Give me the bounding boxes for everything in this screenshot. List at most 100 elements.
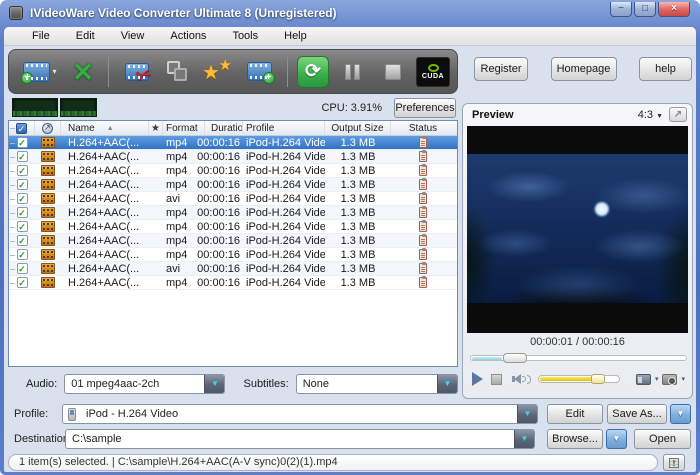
row-select-cell[interactable] [9, 151, 35, 162]
crop-button[interactable] [162, 53, 194, 91]
maximize-button[interactable]: □ [634, 2, 656, 17]
menu-view[interactable]: View [121, 30, 145, 42]
header-output-size[interactable]: Output Size [325, 121, 391, 135]
film-icon: ✂ [125, 63, 149, 81]
homepage-button[interactable]: Homepage [551, 57, 617, 81]
preferences-button[interactable]: Preferences [394, 98, 456, 118]
checkbox-checked-icon[interactable] [17, 179, 28, 190]
help-button[interactable]: help [639, 57, 692, 81]
browse-dropdown-button[interactable]: ▼ [606, 429, 627, 449]
table-row[interactable]: H.264+AAC(... mp4 00:00:16 iPod-H.264 Vi… [9, 234, 457, 248]
stop-button[interactable] [375, 53, 411, 91]
row-select-cell[interactable] [9, 235, 35, 246]
volume-icon[interactable] [512, 374, 531, 384]
row-select-cell[interactable] [9, 277, 35, 288]
checkbox-checked-icon[interactable] [17, 137, 28, 148]
table-row[interactable]: H.264+AAC(... avi 00:00:16 iPod-H.264 Vi… [9, 192, 457, 206]
checkbox-checked-icon[interactable] [17, 165, 28, 176]
table-row[interactable]: H.264+AAC(... avi 00:00:16 iPod-H.264 Vi… [9, 262, 457, 276]
seek-bar[interactable] [470, 355, 687, 361]
row-output-size: 1.3 MB [325, 277, 391, 289]
row-select-cell[interactable] [9, 137, 35, 148]
volume-thumb[interactable] [591, 374, 605, 384]
browse-button[interactable]: Browse... [547, 429, 603, 449]
seek-thumb[interactable] [503, 353, 527, 363]
open-button[interactable]: Open [634, 429, 691, 449]
video-display[interactable] [467, 126, 688, 333]
table-row[interactable]: H.264+AAC(... mp4 00:00:16 iPod-H.264 Vi… [9, 206, 457, 220]
row-duration: 00:00:16 [205, 193, 243, 205]
row-select-cell[interactable] [9, 221, 35, 232]
row-select-cell[interactable] [9, 193, 35, 204]
header-profile[interactable]: Profile [243, 121, 325, 135]
row-select-cell[interactable] [9, 179, 35, 190]
dropdown-arrow-icon[interactable]: ▼ [517, 405, 537, 423]
profile-select[interactable]: iPod - H.264 Video ▼ [62, 404, 538, 424]
table-row[interactable]: H.264+AAC(... mp4 00:00:16 iPod-H.264 Vi… [9, 164, 457, 178]
table-row[interactable]: H.264+AAC(... mp4 00:00:16 iPod-H.264 Vi… [9, 220, 457, 234]
checkbox-checked-icon[interactable] [17, 221, 28, 232]
dropdown-arrow-icon[interactable]: ▼ [204, 375, 224, 393]
table-row[interactable]: H.264+AAC(... mp4 00:00:16 iPod-H.264 Vi… [9, 136, 457, 150]
checkbox-checked-icon[interactable] [17, 249, 28, 260]
header-convert-state[interactable] [35, 121, 61, 135]
row-status [391, 151, 455, 162]
dropdown-arrow-icon[interactable]: ▼ [437, 375, 457, 393]
header-rating[interactable]: ★ [149, 121, 163, 135]
edit-profile-button[interactable]: Edit [547, 404, 603, 424]
audio-select[interactable]: 01 mpeg4aac-2ch ▼ [64, 374, 225, 394]
row-select-cell[interactable] [9, 263, 35, 274]
checkbox-checked-icon[interactable] [17, 151, 28, 162]
checkbox-checked-icon[interactable] [17, 207, 28, 218]
header-status[interactable]: Status [391, 121, 455, 135]
checkbox-checked-icon[interactable] [17, 277, 28, 288]
row-select-cell[interactable] [9, 207, 35, 218]
convert-button[interactable]: ⟳ [297, 53, 329, 91]
header-select-all[interactable]: ✓ [9, 121, 35, 135]
table-row[interactable]: H.264+AAC(... mp4 00:00:16 iPod-H.264 Vi… [9, 150, 457, 164]
header-duration[interactable]: Duration [205, 121, 243, 135]
destination-select[interactable]: C:\sample ▼ [65, 429, 535, 449]
checkbox-checked-icon[interactable] [17, 263, 28, 274]
chevron-down-icon[interactable]: ▾ [655, 375, 659, 383]
add-video-button[interactable]: + ▾ [19, 53, 61, 91]
clip-capture-button[interactable] [636, 374, 651, 385]
volume-slider[interactable] [538, 375, 620, 383]
clip-button[interactable]: ✂ [118, 53, 156, 91]
menu-help[interactable]: Help [284, 30, 307, 42]
aspect-ratio-select[interactable]: 4:3 ▼ [638, 109, 663, 121]
table-row[interactable]: H.264+AAC(... mp4 00:00:16 iPod-H.264 Vi… [9, 178, 457, 192]
table-row[interactable]: H.264+AAC(... mp4 00:00:16 iPod-H.264 Vi… [9, 248, 457, 262]
header-format[interactable]: Format [163, 121, 205, 135]
cpu-graph [60, 98, 97, 117]
play-button[interactable] [472, 372, 483, 386]
chevron-down-icon[interactable]: ▾ [681, 375, 685, 383]
header-name[interactable]: Name▲ [61, 121, 149, 135]
menu-tools[interactable]: Tools [232, 30, 258, 42]
register-button[interactable]: Register [474, 57, 528, 81]
menu-edit[interactable]: Edit [76, 30, 95, 42]
alert-button[interactable]: ! [663, 454, 685, 471]
minimize-button[interactable]: − [610, 2, 632, 17]
pause-button[interactable] [335, 53, 369, 91]
checkbox-checked-icon[interactable] [17, 235, 28, 246]
stop-playback-button[interactable] [491, 374, 502, 385]
checkbox-checked-icon[interactable] [17, 193, 28, 204]
snapshot-camera-button[interactable] [662, 374, 677, 385]
save-as-button[interactable]: Save As... [607, 404, 667, 424]
row-select-cell[interactable] [9, 249, 35, 260]
menu-actions[interactable]: Actions [170, 30, 206, 42]
delete-button[interactable]: ✕ [67, 53, 99, 91]
dropdown-arrow-icon[interactable]: ▼ [514, 430, 534, 448]
save-as-dropdown-button[interactable]: ▼ [670, 404, 691, 424]
effect-button[interactable]: ★★ [200, 53, 234, 91]
close-button[interactable]: × [658, 2, 690, 17]
popout-button[interactable]: ↗ [669, 107, 687, 122]
merge-button[interactable]: + [240, 53, 278, 91]
subtitles-select[interactable]: None ▼ [296, 374, 458, 394]
app-window: IVideoWare Video Converter Ultimate 8 (U… [0, 0, 700, 475]
table-row[interactable]: H.264+AAC(... mp4 00:00:16 iPod-H.264 Vi… [9, 276, 457, 290]
row-select-cell[interactable] [9, 165, 35, 176]
menu-file[interactable]: File [32, 30, 50, 42]
titlebar[interactable]: IVideoWare Video Converter Ultimate 8 (U… [0, 0, 700, 27]
